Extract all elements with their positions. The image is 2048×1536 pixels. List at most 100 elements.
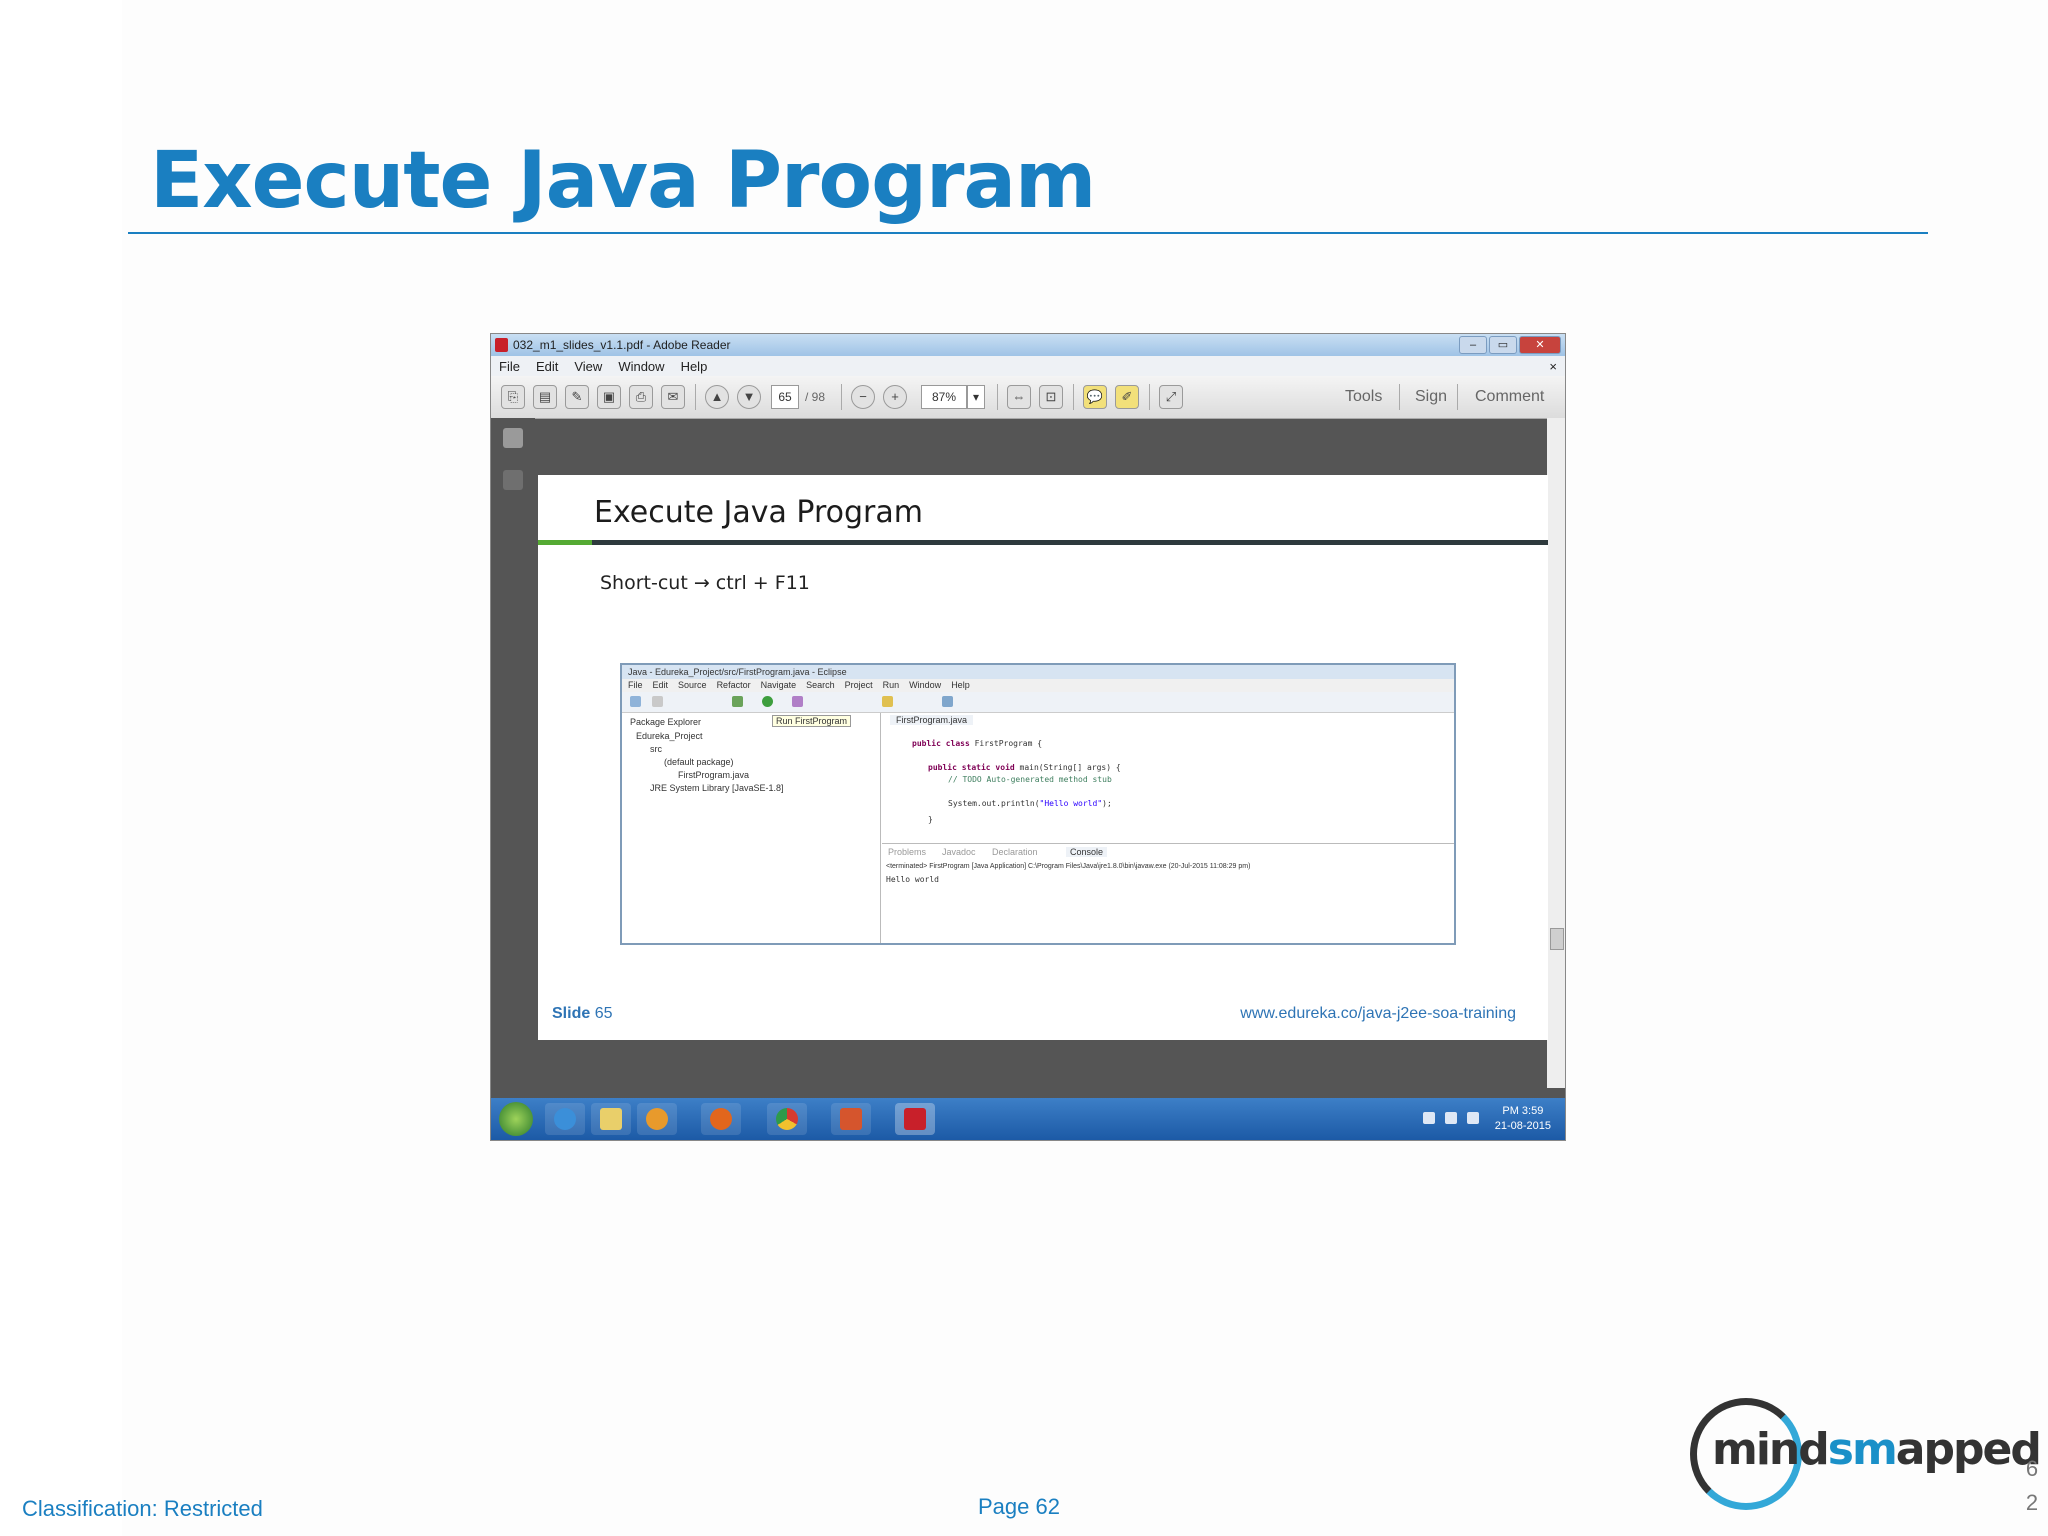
console-output: Hello world: [886, 875, 939, 884]
tree-item-jre[interactable]: JRE System Library [JavaSE-1.8]: [650, 783, 784, 793]
eclipse-menu-item[interactable]: Help: [951, 679, 970, 692]
tree-item-project[interactable]: Edureka_Project: [636, 731, 703, 741]
edit-pdf-icon[interactable]: ✎: [565, 385, 589, 409]
start-button-icon[interactable]: [499, 1102, 533, 1136]
package-explorer-tab[interactable]: Package Explorer: [630, 717, 701, 727]
taskbar-explorer[interactable]: [591, 1103, 631, 1135]
embedded-slide-url[interactable]: www.edureka.co/java-j2ee-soa-training: [1240, 1005, 1516, 1023]
zoom-out-icon[interactable]: −: [851, 385, 875, 409]
eclipse-menu-item[interactable]: Run: [883, 679, 900, 692]
eclipse-toolbar: [622, 692, 1454, 713]
classification-label: Classification: Restricted: [22, 1496, 263, 1521]
search-icon[interactable]: [942, 696, 953, 707]
menu-view[interactable]: View: [574, 359, 602, 374]
sign-pane-button[interactable]: Sign: [1415, 388, 1447, 406]
eclipse-screenshot: Java - Edureka_Project/src/FirstProgram.…: [620, 663, 1456, 945]
next-page-icon[interactable]: ▼: [737, 385, 761, 409]
fit-page-icon[interactable]: ⊡: [1039, 385, 1063, 409]
tree-item-package[interactable]: (default package): [664, 757, 734, 767]
tray-volume-icon[interactable]: [1467, 1112, 1479, 1124]
console-tab[interactable]: Javadoc: [942, 847, 976, 857]
eclipse-menu-item[interactable]: Edit: [653, 679, 669, 692]
menu-edit[interactable]: Edit: [536, 359, 558, 374]
zoom-in-icon[interactable]: +: [883, 385, 907, 409]
menu-help[interactable]: Help: [681, 359, 708, 374]
open-file-icon[interactable]: ▤: [533, 385, 557, 409]
code-line: public static void main(String[] args) {: [928, 763, 1121, 772]
menu-file[interactable]: File: [499, 359, 520, 374]
save-icon[interactable]: [652, 696, 663, 707]
eclipse-menu-item[interactable]: Project: [845, 679, 873, 692]
full-screen-icon[interactable]: ⤢: [1159, 385, 1183, 409]
highlight-icon[interactable]: ✐: [1115, 385, 1139, 409]
toolbar-divider: [1149, 384, 1150, 410]
pdf-page: Execute Java Program Short-cut → ctrl + …: [538, 475, 1548, 1040]
external-tools-icon[interactable]: [792, 696, 803, 707]
eclipse-menu-item[interactable]: Navigate: [761, 679, 797, 692]
close-window-button[interactable]: ✕: [1519, 336, 1561, 354]
taskbar-firefox[interactable]: [701, 1103, 741, 1135]
scrollbar-thumb[interactable]: [1550, 928, 1564, 950]
debug-icon[interactable]: [732, 696, 743, 707]
reader-toolbar: ⎘ ▤ ✎ ▣ ⎙ ✉ ▲ ▼ 65 / 98 − + 87% ▾ ⇔ ⊡ 💬 …: [491, 376, 1565, 419]
taskbar-ie[interactable]: [545, 1103, 585, 1135]
eclipse-menu-item[interactable]: Window: [909, 679, 941, 692]
close-document-icon[interactable]: ×: [1549, 359, 1557, 374]
minimize-button[interactable]: –: [1459, 336, 1487, 354]
eclipse-menubar: File Edit Source Refactor Navigate Searc…: [622, 679, 1454, 692]
code-line: public class FirstProgram {: [912, 739, 1043, 748]
maximize-button[interactable]: ▭: [1489, 336, 1517, 354]
create-pdf-icon[interactable]: ⎘: [501, 385, 525, 409]
slide-number: 6 2: [2025, 1456, 2039, 1515]
tray-flag-icon[interactable]: [1423, 1112, 1435, 1124]
save-icon[interactable]: ▣: [597, 385, 621, 409]
toolbar-divider: [1399, 384, 1400, 410]
taskbar-media-player[interactable]: [637, 1103, 677, 1135]
print-icon[interactable]: ⎙: [629, 385, 653, 409]
editor-tab[interactable]: FirstProgram.java: [890, 715, 974, 725]
eclipse-menu-item[interactable]: Refactor: [717, 679, 751, 692]
toolbar-divider: [841, 384, 842, 410]
tray-network-icon[interactable]: [1445, 1112, 1457, 1124]
package-explorer: Package Explorer Run FirstProgram Edurek…: [622, 713, 881, 943]
fit-width-icon[interactable]: ⇔: [1007, 385, 1031, 409]
console-tab[interactable]: Problems: [888, 847, 926, 857]
eclipse-menu-item[interactable]: File: [628, 679, 643, 692]
eclipse-menu-item[interactable]: Source: [678, 679, 707, 692]
tools-pane-button[interactable]: Tools: [1345, 388, 1382, 406]
taskbar-chrome[interactable]: [767, 1103, 807, 1135]
tree-item-java-file[interactable]: FirstProgram.java: [678, 770, 749, 780]
toolbar-divider: [695, 384, 696, 410]
toolbar-divider: [1457, 384, 1458, 410]
new-icon[interactable]: [630, 696, 641, 707]
menu-window[interactable]: Window: [618, 359, 664, 374]
run-icon[interactable]: [762, 696, 773, 707]
zoom-level-field[interactable]: 87%: [921, 385, 967, 409]
comment-pane-button[interactable]: Comment: [1475, 388, 1544, 406]
page-thumbnails-icon[interactable]: [503, 428, 523, 448]
attachments-icon[interactable]: [503, 470, 523, 490]
logo-wordmark: mindsmapped: [1712, 1424, 2042, 1475]
vertical-scrollbar[interactable]: [1547, 418, 1565, 1088]
previous-page-icon[interactable]: ▲: [705, 385, 729, 409]
eclipse-menu-item[interactable]: Search: [806, 679, 835, 692]
email-icon[interactable]: ✉: [661, 385, 685, 409]
comment-icon[interactable]: 💬: [1083, 385, 1107, 409]
open-type-icon[interactable]: [882, 696, 893, 707]
page-number-input[interactable]: 65: [771, 385, 799, 409]
page-number: Page 62: [978, 1494, 1060, 1519]
code-editor[interactable]: FirstProgram.java public class FirstProg…: [882, 713, 1454, 844]
reader-title-bar: 032_m1_slides_v1.1.pdf - Adobe Reader – …: [491, 334, 1565, 356]
tree-item-src[interactable]: src: [650, 744, 662, 754]
shortcut-text: Short-cut → ctrl + F11: [600, 572, 810, 594]
reader-window-title: 032_m1_slides_v1.1.pdf - Adobe Reader: [513, 338, 731, 352]
page-total: / 98: [805, 390, 826, 404]
title-accent-bar: [538, 540, 592, 545]
system-clock[interactable]: PM 3:59 21-08-2015: [1495, 1104, 1551, 1134]
taskbar-adobe-reader[interactable]: [895, 1103, 935, 1135]
zoom-dropdown-icon[interactable]: ▾: [967, 385, 985, 409]
console-tab[interactable]: Declaration: [992, 847, 1038, 857]
console-tab-active[interactable]: Console: [1066, 847, 1108, 857]
taskbar-powerpoint[interactable]: [831, 1103, 871, 1135]
toolbar-divider: [997, 384, 998, 410]
